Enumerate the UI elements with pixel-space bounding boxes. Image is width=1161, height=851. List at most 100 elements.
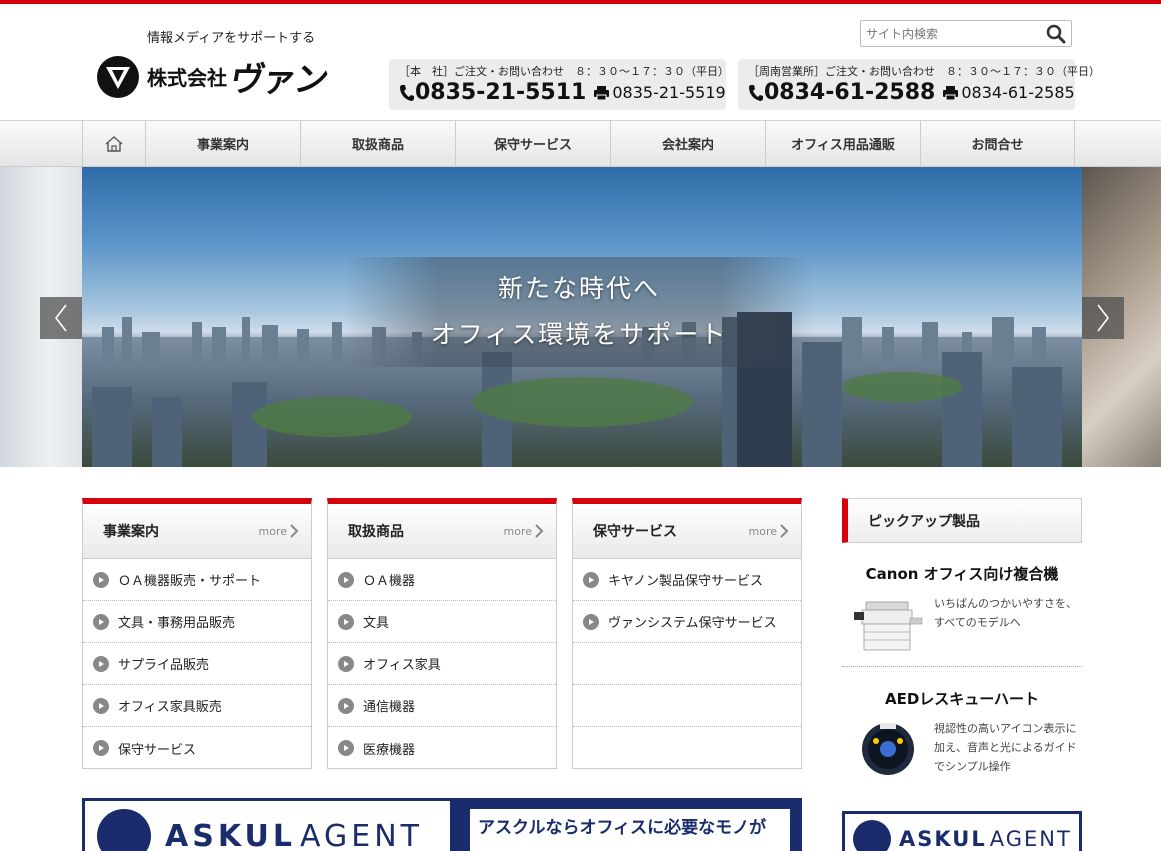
askul-word: ASKUL [899, 827, 987, 851]
more-link[interactable]: more [259, 523, 302, 539]
shunan-office-contact: ［周南営業所］ご注文・お問い合わせ ８：３０～１７：３０（平日） 0834-61… [738, 59, 1100, 110]
askul-copy: アスクルならオフィスに必要なモノが [470, 809, 790, 851]
play-bullet-icon [93, 740, 109, 756]
fax-number: 0835-21-5519 [612, 83, 726, 102]
askul-agent-banner[interactable]: ASKUL AGENT アスクルならオフィスに必要なモノが [82, 798, 802, 851]
nav-products[interactable]: 取扱商品 [300, 121, 455, 166]
list-item-label: オフィス家具販売 [118, 700, 222, 715]
list-item[interactable]: ＯＡ機器販売・サポート [83, 559, 311, 601]
tel-link[interactable]: 0834-61-2588 [748, 80, 935, 105]
list-item-label: 文具・事務用品販売 [118, 616, 236, 631]
fax-info: 0834-61-2585 [943, 83, 1075, 102]
chevron-right-icon [780, 524, 789, 538]
logo-text-prefix: 株式会社 [147, 66, 227, 90]
list-item[interactable]: ヴァンシステム保守サービス [573, 601, 801, 643]
home-icon [105, 135, 123, 152]
slider-prev-button[interactable] [40, 297, 82, 339]
play-bullet-icon [338, 613, 354, 630]
card-title: 取扱商品 [348, 524, 404, 540]
product-canon[interactable]: Canon オフィス向け複合機 いちばんのつかいやすさを、すべてのモデルへ [842, 563, 1082, 667]
company-logo[interactable]: 株式会社 ヴァン [97, 52, 330, 101]
nav-company[interactable]: 会社案内 [610, 121, 765, 166]
list-item-empty [573, 643, 801, 685]
more-label: more [503, 524, 533, 538]
tel-number: 0834-61-2588 [764, 80, 936, 105]
nav-home[interactable] [82, 121, 145, 166]
card-business: 事業案内 more ＯＡ機器販売・サポート 文具・事務用品販売 サプライ品販売 … [82, 498, 312, 769]
list-item[interactable]: 通信機器 [328, 685, 556, 727]
list-item-label: 文具 [363, 616, 390, 631]
product-desc: 視認性の高いアイコン表示に加え、音声と光によるガイドでシンプル操作 [934, 722, 1077, 773]
nav-maintenance[interactable]: 保守サービス [455, 121, 610, 166]
more-label: more [748, 524, 778, 538]
logo-text-name: ヴァン [226, 60, 330, 100]
fax-icon [943, 85, 959, 100]
list-item[interactable]: ＯＡ機器 [328, 559, 556, 601]
list-item-label: オフィス家具 [363, 658, 441, 673]
chevron-left-icon [54, 304, 67, 332]
list-item-empty [573, 685, 801, 727]
list-item[interactable]: 文具 [328, 601, 556, 643]
contact-label: ［本 社］ご注文・お問い合わせ ８：３０～１７：３０（平日） [399, 65, 729, 78]
card-maintenance: 保守サービス more キヤノン製品保守サービス ヴァンシステム保守サービス [572, 498, 802, 769]
card-title: 事業案内 [103, 524, 159, 540]
list-item-empty [573, 727, 801, 769]
product-aed[interactable]: AEDレスキューハート 視認性の高いアイコン表示に加え、音声と光によるガイドでシ… [842, 688, 1082, 779]
list-item[interactable]: 保守サービス [83, 727, 311, 769]
play-bullet-icon [583, 613, 599, 630]
nav-contact[interactable]: お問合せ [920, 121, 1075, 166]
list-item-label: 医療機器 [363, 742, 416, 758]
play-bullet-icon [338, 571, 354, 588]
list-item-label: 保守サービス [118, 742, 197, 758]
logo-mark-icon [97, 55, 139, 98]
askul-agent-word: AGENT [300, 818, 423, 851]
list-item[interactable]: キヤノン製品保守サービス [573, 559, 801, 601]
chevron-right-icon [290, 524, 299, 538]
list-item-label: ヴァンシステム保守サービス [608, 616, 777, 631]
more-link[interactable]: more [749, 523, 792, 539]
head-office-contact: ［本 社］ご注文・お問い合わせ ８：３０～１７：３０（平日） 0835-21-5… [389, 59, 729, 110]
site-search [860, 20, 1072, 47]
phone-icon [749, 84, 763, 101]
product-desc: いちばんのつかいやすさを、すべてのモデルへ [934, 597, 1077, 629]
askul-agent-word: AGENT [989, 827, 1072, 851]
play-bullet-icon [583, 571, 599, 588]
list-item-label: キヤノン製品保守サービス [608, 574, 763, 589]
list-item[interactable]: 文具・事務用品販売 [83, 601, 311, 643]
list-item[interactable]: オフィス家具販売 [83, 685, 311, 727]
search-icon [1046, 24, 1066, 43]
nav-office-shop[interactable]: オフィス用品通販 [765, 121, 920, 166]
list-item-label: ＯＡ機器販売・サポート [118, 574, 262, 589]
list-item[interactable]: 医療機器 [328, 727, 556, 769]
hero-line-2: オフィス環境をサポート [430, 320, 728, 349]
copier-image [852, 594, 932, 654]
slider-next-button[interactable] [1082, 297, 1124, 339]
list-item[interactable]: オフィス家具 [328, 643, 556, 685]
search-button[interactable] [1041, 21, 1071, 46]
play-bullet-icon [93, 571, 109, 588]
fax-number: 0834-61-2585 [961, 83, 1075, 102]
askul-word: ASKUL [165, 818, 297, 851]
list-item[interactable]: サプライ品販売 [83, 643, 311, 685]
card-products: 取扱商品 more ＯＡ機器 文具 オフィス家具 通信機器 医療機器 [327, 498, 557, 769]
play-bullet-icon [338, 697, 354, 714]
search-input[interactable] [861, 21, 1041, 46]
tel-link[interactable]: 0835-21-5511 [399, 80, 586, 105]
nav-business[interactable]: 事業案内 [145, 121, 300, 166]
tagline: 情報メディアをサポートする [147, 31, 316, 46]
global-nav: 事業案内 取扱商品 保守サービス 会社案内 オフィス用品通販 お問合せ [0, 120, 1161, 167]
fax-info: 0835-21-5519 [594, 83, 726, 102]
chevron-right-icon [535, 524, 544, 538]
more-link[interactable]: more [504, 523, 547, 539]
product-title: AEDレスキューハート [884, 690, 1039, 708]
play-bullet-icon [93, 697, 109, 714]
product-title: Canon オフィス向け複合機 [865, 565, 1059, 583]
phone-icon [400, 84, 414, 101]
list-item-label: サプライ品販売 [118, 658, 210, 673]
askul-agent-banner-small[interactable]: ASKUL AGENT [842, 811, 1082, 851]
list-item-label: ＯＡ機器 [363, 574, 416, 589]
card-title: 保守サービス [593, 524, 677, 540]
chevron-right-icon [1097, 304, 1110, 332]
hero-line-1: 新たな時代へ [497, 274, 660, 303]
contact-label: ［周南営業所］ご注文・お問い合わせ ８：３０～１７：３０（平日） [748, 65, 1100, 78]
